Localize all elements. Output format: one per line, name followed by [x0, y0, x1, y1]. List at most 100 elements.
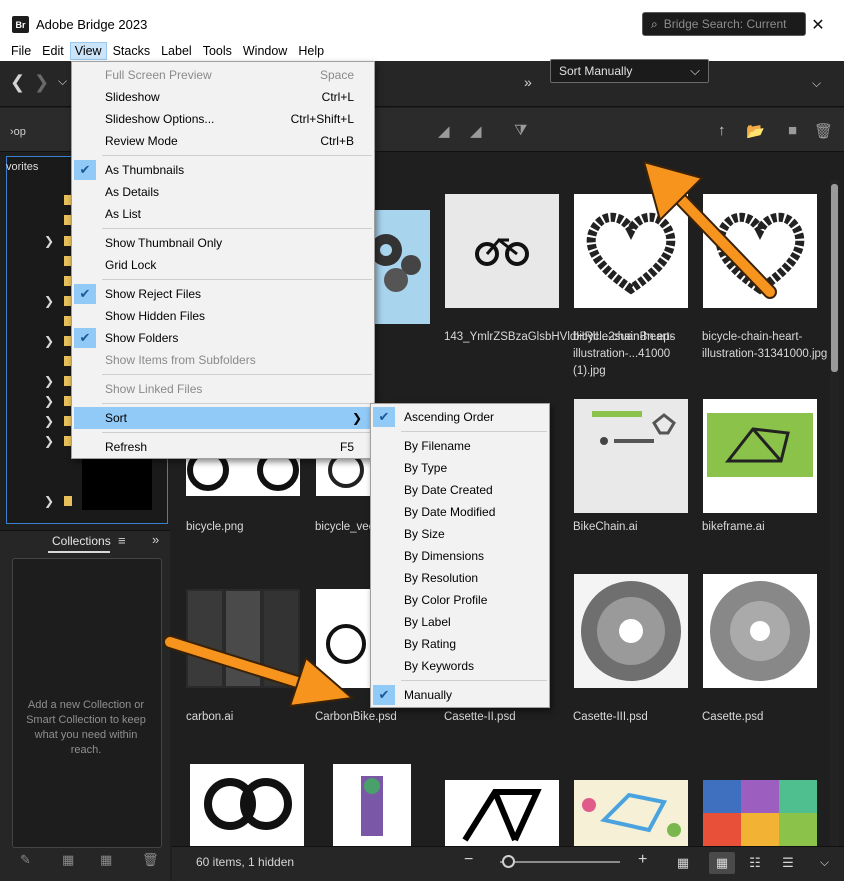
- list-view-icon[interactable]: ☰: [775, 852, 801, 874]
- sort-item-manually[interactable]: ✔ Manually: [371, 684, 549, 706]
- trash-icon[interactable]: 🗑: [814, 122, 833, 140]
- file-caption[interactable]: Casette-III.psd: [573, 709, 701, 726]
- collections-tab[interactable]: Collections: [52, 534, 111, 548]
- file-caption[interactable]: CarbonBike.psd: [315, 709, 443, 726]
- rating-filter-icon[interactable]: ◢: [470, 122, 482, 140]
- history-chevron-icon[interactable]: ⌵: [58, 74, 67, 89]
- expand-panels-icon[interactable]: »: [152, 532, 159, 547]
- expand-chevron-icon[interactable]: ❯: [44, 374, 54, 388]
- new-smart-collection-icon[interactable]: ▦: [100, 852, 112, 868]
- menu-item-as-thumbnails[interactable]: ✔ As Thumbnails: [72, 159, 374, 181]
- slider-handle[interactable]: [502, 855, 515, 868]
- menu-item-as-list[interactable]: As List: [72, 203, 374, 225]
- menu-stacks[interactable]: Stacks: [108, 42, 156, 60]
- sort-select[interactable]: Sort Manually ⌵: [550, 59, 709, 83]
- forward-icon[interactable]: ❯: [34, 72, 49, 93]
- view-options-chevron-icon[interactable]: ⌵: [820, 855, 829, 870]
- expand-chevron-icon[interactable]: ❯: [44, 334, 54, 348]
- expand-chevron-icon[interactable]: ❯: [44, 494, 54, 508]
- scroll-thumb[interactable]: [831, 184, 838, 372]
- file-caption[interactable]: 143_YmlrZSBzaGlsbHVldHRlI...2suanBn.eps: [444, 329, 675, 346]
- menu-item-refresh[interactable]: Refresh F5: [72, 436, 374, 458]
- thumbnail[interactable]: [333, 764, 411, 846]
- menu-item-show-items-from-subfolders[interactable]: Show Items from Subfolders: [72, 349, 374, 371]
- menu-window[interactable]: Window: [238, 42, 292, 60]
- menu-item-show-linked-files[interactable]: Show Linked Files: [72, 378, 374, 400]
- thumbnail[interactable]: [703, 574, 817, 688]
- thumbnail[interactable]: [574, 399, 688, 513]
- menu-item-show-reject-files[interactable]: ✔ Show Reject Files: [72, 283, 374, 305]
- expand-chevron-icon[interactable]: ❯: [44, 234, 54, 248]
- sort-direction-icon[interactable]: ↑: [718, 122, 726, 139]
- expand-chevron-icon[interactable]: ❯: [44, 294, 54, 308]
- file-caption[interactable]: Casette.psd: [702, 709, 830, 726]
- new-collection-icon[interactable]: ▦: [62, 852, 74, 868]
- sort-item-by-filename[interactable]: By Filename: [371, 435, 549, 457]
- sort-item-by-resolution[interactable]: By Resolution: [371, 567, 549, 589]
- search-options-chevron-icon[interactable]: ⌵: [812, 76, 821, 91]
- sort-item-by-rating[interactable]: By Rating: [371, 633, 549, 655]
- thumbnails-view-icon[interactable]: ▦: [709, 852, 735, 874]
- breadcrumb[interactable]: ›op: [10, 126, 26, 138]
- thumbnail[interactable]: [190, 764, 304, 846]
- menu-item-sort[interactable]: Sort ❯: [74, 407, 372, 429]
- file-caption[interactable]: BikeChain.ai: [573, 519, 701, 536]
- zoom-in-icon[interactable]: +: [638, 851, 647, 869]
- file-caption[interactable]: bikeframe.ai: [702, 519, 830, 536]
- delete-collection-icon[interactable]: 🗑: [142, 852, 159, 868]
- file-caption[interactable]: carbon.ai: [186, 709, 314, 726]
- thumbnail[interactable]: [574, 574, 688, 688]
- menu-item-full-screen-preview[interactable]: Full Screen Preview Space: [72, 64, 374, 86]
- sort-item-ascending-order[interactable]: ✔ Ascending Order: [371, 406, 549, 428]
- zoom-out-icon[interactable]: −: [464, 851, 473, 869]
- expand-chevron-icon[interactable]: ❯: [44, 394, 54, 408]
- thumbnail[interactable]: [445, 780, 559, 846]
- file-caption[interactable]: bicycle.png: [186, 519, 314, 536]
- sort-item-by-date-modified[interactable]: By Date Modified: [371, 501, 549, 523]
- expand-chevron-icon[interactable]: ❯: [44, 434, 54, 448]
- sort-item-by-type[interactable]: By Type: [371, 457, 549, 479]
- menu-item-show-thumbnail-only[interactable]: Show Thumbnail Only: [72, 232, 374, 254]
- menu-item-show-hidden-files[interactable]: Show Hidden Files: [72, 305, 374, 327]
- details-view-icon[interactable]: ☷: [742, 852, 768, 874]
- grid-lock-icon[interactable]: ▦: [670, 852, 696, 874]
- menu-tools[interactable]: Tools: [198, 42, 237, 60]
- favorites-tab[interactable]: vorites: [6, 161, 38, 173]
- panel-menu-icon[interactable]: ≡: [118, 533, 126, 548]
- bridge-search-input[interactable]: ⌕ Bridge Search: Current: [642, 12, 806, 36]
- menu-item-as-details[interactable]: As Details: [72, 181, 374, 203]
- thumbnail[interactable]: [445, 194, 559, 308]
- menu-edit[interactable]: Edit: [37, 42, 69, 60]
- sort-item-by-size[interactable]: By Size: [371, 523, 549, 545]
- sort-item-by-keywords[interactable]: By Keywords: [371, 655, 549, 677]
- thumbnail[interactable]: [703, 780, 817, 846]
- menu-label[interactable]: Label: [156, 42, 197, 60]
- expand-panels-icon[interactable]: »: [524, 74, 532, 90]
- file-caption[interactable]: bicycle-chain-heart-illustration-3134100…: [702, 329, 830, 363]
- menu-item-review-mode[interactable]: Review Mode Ctrl+B: [72, 130, 374, 152]
- thumbnail[interactable]: [574, 780, 688, 846]
- menu-file[interactable]: File: [6, 42, 36, 60]
- menu-item-grid-lock[interactable]: Grid Lock: [72, 254, 374, 276]
- filter-icon[interactable]: ⧩: [514, 122, 527, 139]
- thumbnail[interactable]: [703, 399, 817, 513]
- menu-item-slideshow-options[interactable]: Slideshow Options... Ctrl+Shift+L: [72, 108, 374, 130]
- menu-help[interactable]: Help: [293, 42, 329, 60]
- menu-view[interactable]: View: [69, 41, 107, 60]
- sort-item-by-label[interactable]: By Label: [371, 611, 549, 633]
- sort-item-by-date-created[interactable]: By Date Created: [371, 479, 549, 501]
- pencil-icon[interactable]: ✎: [20, 852, 31, 868]
- menu-item-show-folders[interactable]: ✔ Show Folders: [72, 327, 374, 349]
- folder-icon[interactable]: [64, 496, 72, 506]
- thumbnail-size-slider[interactable]: [500, 861, 620, 863]
- expand-chevron-icon[interactable]: ❯: [44, 414, 54, 428]
- recent-folder-icon[interactable]: 📂: [746, 122, 765, 140]
- sort-item-by-color-profile[interactable]: By Color Profile: [371, 589, 549, 611]
- new-folder-icon[interactable]: ■: [788, 122, 797, 139]
- menu-item-slideshow[interactable]: Slideshow Ctrl+L: [72, 86, 374, 108]
- file-caption[interactable]: bicycle-chain-heart-illustration-...4100…: [573, 329, 701, 380]
- back-icon[interactable]: ❮: [10, 72, 25, 93]
- quality-icon[interactable]: ◢: [438, 122, 450, 140]
- sort-item-by-dimensions[interactable]: By Dimensions: [371, 545, 549, 567]
- file-caption[interactable]: Casette-II.psd: [444, 709, 572, 726]
